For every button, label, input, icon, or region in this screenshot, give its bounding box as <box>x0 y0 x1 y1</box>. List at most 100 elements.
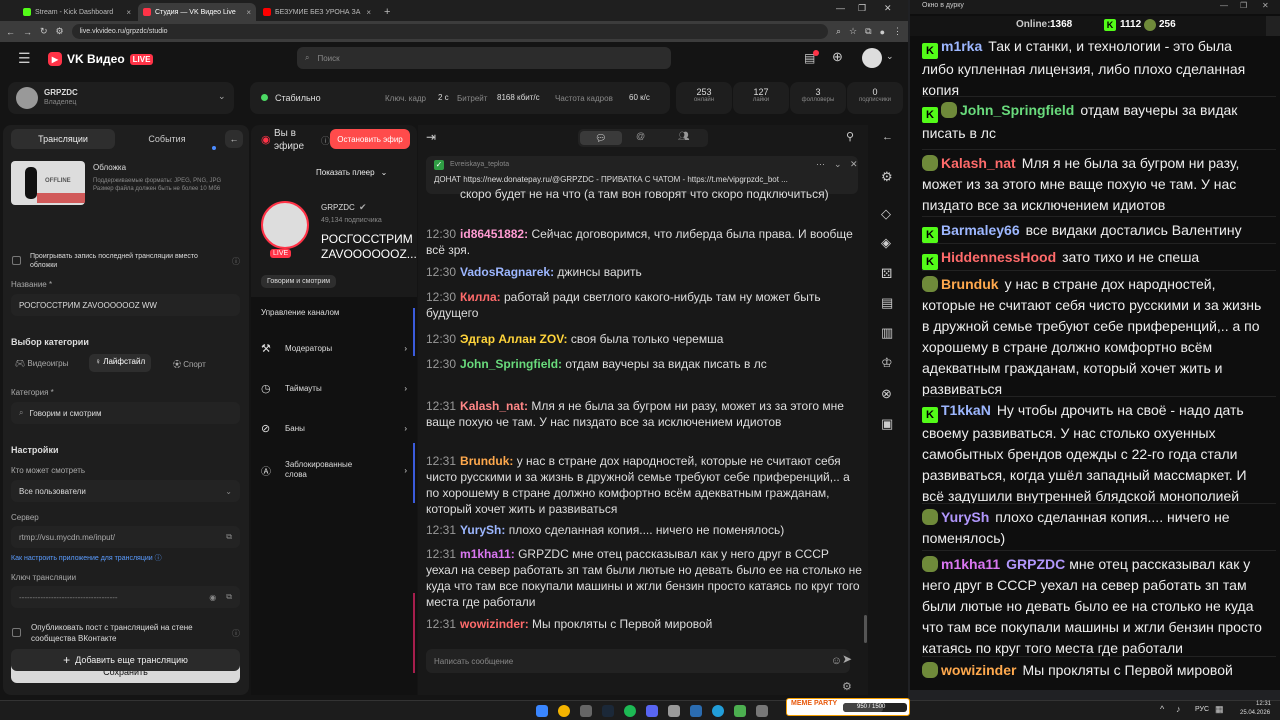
send-icon[interactable]: ➤ <box>842 652 852 666</box>
app-icon[interactable] <box>756 705 768 717</box>
vk-video-logo[interactable]: ▶ VK Видео LIVE <box>48 52 154 66</box>
timer-icon[interactable]: ⊗ <box>881 386 892 402</box>
chat-username[interactable]: Kalash_nat: <box>460 399 528 413</box>
publish-post-checkbox[interactable] <box>12 628 21 637</box>
help-icon[interactable]: ⓘ <box>232 256 240 267</box>
pinned-close-icon[interactable]: ✕ <box>850 159 858 170</box>
popout-username[interactable]: wowizinder <box>941 662 1016 678</box>
collapse-panel-icon[interactable]: ← <box>225 130 243 148</box>
diamond-icon[interactable]: ◇ <box>881 206 891 222</box>
popout-scrollbar[interactable] <box>1266 16 1280 36</box>
settings-gear-icon[interactable]: ⚙ <box>881 169 893 185</box>
chat-scrollbar[interactable] <box>864 615 867 643</box>
add-broadcast-button[interactable]: + Добавить еще трансляцию <box>11 649 240 671</box>
app-icon[interactable] <box>668 705 680 717</box>
popout-username[interactable]: T1kkaN <box>941 402 991 418</box>
category-lifestyle-button[interactable]: ♀ Лайфстайл <box>89 354 152 372</box>
reload-icon[interactable]: ↻ <box>40 26 48 37</box>
video-icon[interactable]: ▣ <box>881 416 893 432</box>
popout-username[interactable]: m1rka <box>941 38 982 54</box>
stats-icon[interactable]: ▥ <box>881 325 893 341</box>
search-input[interactable]: ⌕ Поиск <box>297 47 671 69</box>
tab-events[interactable]: События <box>115 129 219 149</box>
cover-thumbnail[interactable]: OFFLINE <box>11 161 85 205</box>
app-icon[interactable] <box>734 705 746 717</box>
steam-icon[interactable] <box>602 705 614 717</box>
popout-username[interactable]: Brunduk <box>941 276 999 292</box>
pinned-menu-icon[interactable]: ⋯ <box>816 159 825 170</box>
tray-chevron-icon[interactable]: ^ <box>1160 704 1164 714</box>
category-chip[interactable]: Говорим и смотрим <box>261 275 337 288</box>
who-can-watch-select[interactable]: Все пользователи ⌄ <box>11 480 240 502</box>
mentions-tab-icon[interactable]: @ <box>636 131 645 141</box>
chat-username[interactable]: Эдгар Аллан ZOV: <box>460 332 568 346</box>
channel-avatar[interactable] <box>261 201 309 249</box>
show-player-toggle[interactable]: Показать плеер ⌄ <box>316 168 387 177</box>
menu-bans[interactable]: ⊘ Баны › <box>261 414 407 442</box>
add-icon[interactable]: ⊕ <box>832 49 843 65</box>
menu-dots-icon[interactable]: ⋮ <box>893 26 902 37</box>
extensions-icon[interactable]: ⧉ <box>865 26 871 37</box>
zoom-icon[interactable]: ⌕ <box>836 26 841 37</box>
chat-tab-icon[interactable]: 💬︎ <box>580 131 622 145</box>
menu-moderators[interactable]: ⚒ Модераторы › <box>261 334 407 362</box>
obs-icon[interactable] <box>690 705 702 717</box>
discord-icon[interactable] <box>646 705 658 717</box>
menu-blocked-words[interactable]: Ⓐ Заблокированные слова › <box>261 454 407 486</box>
maximize-icon[interactable]: ❐ <box>1240 1 1247 10</box>
stream-name-input[interactable]: РОСГОССТРИМ ZAVOOOOOOZ WW <box>11 294 240 316</box>
chat-username[interactable]: VadosRagnarek: <box>460 265 554 279</box>
chat-username[interactable]: wowizinder: <box>460 617 529 631</box>
new-tab-button[interactable]: + <box>378 3 396 21</box>
clock-date[interactable]: 25.04.2026 <box>1240 710 1270 716</box>
category-input[interactable]: ⌕ Говорим и смотрим <box>11 402 240 424</box>
close-window-icon[interactable]: ✕ <box>884 3 892 14</box>
viewers-tab-icon[interactable]: 👥︎ <box>678 131 689 142</box>
chat-username[interactable]: Килла: <box>460 290 501 304</box>
chat-message-input[interactable]: Написать сообщение ☺ <box>426 649 850 673</box>
copy-icon[interactable]: ⧉ <box>226 592 232 602</box>
windows-start-icon[interactable] <box>536 705 548 717</box>
close-tab-icon[interactable]: × <box>126 8 131 17</box>
network-icon[interactable]: ▦ <box>1215 704 1224 715</box>
popout-username[interactable]: John_Springfield <box>960 102 1074 118</box>
popout-username[interactable]: YurySh <box>941 509 989 525</box>
close-window-icon[interactable]: ✕ <box>1262 1 1269 10</box>
pin-icon[interactable]: ⚲ <box>846 130 854 143</box>
chrome-icon[interactable] <box>558 705 570 717</box>
copy-icon[interactable]: ⧉ <box>226 532 232 542</box>
stop-stream-button[interactable]: Остановить эфир <box>330 129 410 149</box>
account-switcher[interactable]: GRPZDC Владелец ⌄ <box>8 82 234 114</box>
minimize-icon[interactable]: — <box>1220 1 1228 10</box>
maximize-icon[interactable]: ❐ <box>858 3 866 14</box>
url-field[interactable]: live.vkvideo.ru/grpzdc/studio <box>71 24 828 39</box>
list-icon[interactable]: ▤ <box>881 295 893 311</box>
server-field[interactable]: rtmp://vsu.mycdn.me/input/ ⧉ <box>11 526 240 548</box>
category-games-button[interactable]: 🎮︎ Видеоигры <box>15 359 68 368</box>
close-tab-icon[interactable]: × <box>366 8 371 17</box>
pinned-collapse-icon[interactable]: ⌄ <box>834 159 842 170</box>
popout-username[interactable]: Kalash_nat <box>941 155 1016 171</box>
play-last-checkbox[interactable] <box>12 256 21 265</box>
category-sport-button[interactable]: ⚽︎ Спорт <box>173 359 206 370</box>
chat-username[interactable]: Brunduk: <box>460 454 513 468</box>
explorer-icon[interactable] <box>580 705 592 717</box>
chat-settings-icon[interactable]: ⚙ <box>842 680 852 693</box>
back-arrow-icon[interactable]: ← <box>882 131 893 143</box>
popout-username[interactable]: HiddennessHood <box>941 249 1056 265</box>
browser-tab-youtube[interactable]: БЕЗУМИЕ БЕЗ УРОНА ЗА 4 ЧАСА × <box>258 3 376 21</box>
popout-username[interactable]: m1kha11 <box>941 556 1000 572</box>
back-icon[interactable]: ← <box>6 27 15 37</box>
minimize-icon[interactable]: — <box>836 3 845 13</box>
help-icon[interactable]: ⓘ <box>232 628 240 639</box>
close-tab-icon[interactable]: × <box>246 8 251 17</box>
howto-link[interactable]: Как настроить приложение для трансляции … <box>11 553 162 563</box>
emoji-icon[interactable]: ☺ <box>831 655 842 667</box>
language-indicator[interactable]: РУС <box>1195 706 1209 713</box>
chat-username[interactable]: m1kha11: <box>460 547 515 561</box>
telegram-icon[interactable] <box>712 705 724 717</box>
chat-username[interactable]: John_Springfield: <box>460 357 562 371</box>
spotify-icon[interactable] <box>624 705 636 717</box>
channel-name[interactable]: GRPZDC <box>321 203 355 212</box>
stream-key-field[interactable]: ------------------------------------- ◉ … <box>11 586 240 608</box>
